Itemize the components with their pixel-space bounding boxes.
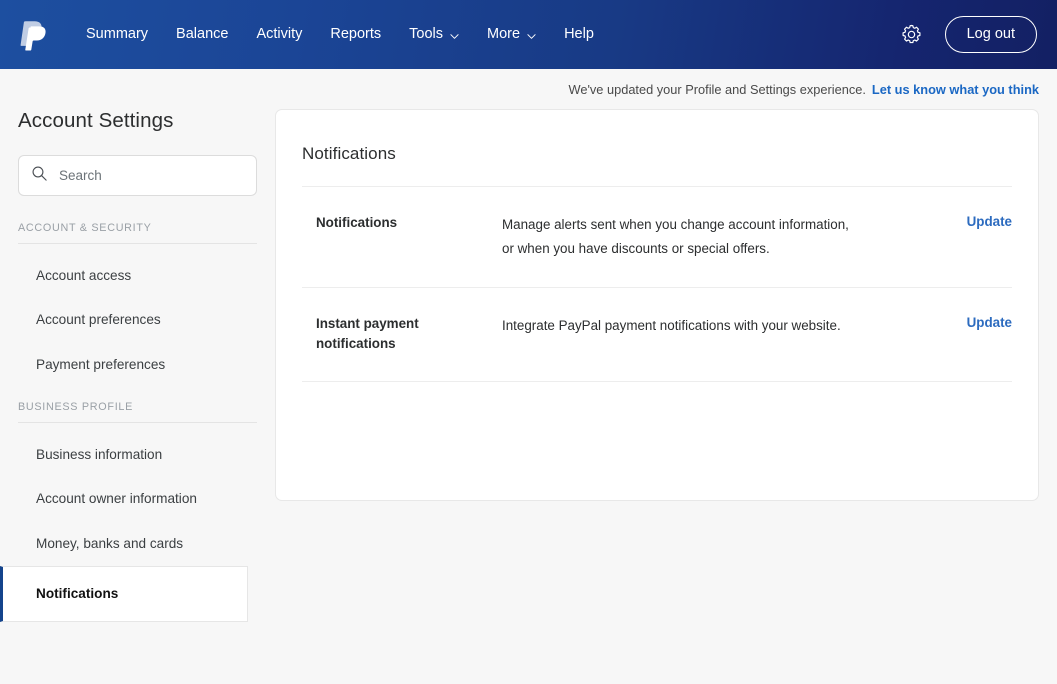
search-input[interactable] xyxy=(59,168,244,183)
update-link-instant-payment-notifications[interactable]: Update xyxy=(967,315,1012,330)
row-label: Notifications xyxy=(316,215,398,230)
sidebar-item-account-owner-information[interactable]: Account owner information xyxy=(0,477,275,521)
header-actions: Log out xyxy=(897,16,1037,53)
nav-item-tools[interactable]: Tools xyxy=(395,19,473,50)
chevron-down-icon xyxy=(450,30,459,39)
nav-item-label: More xyxy=(487,26,521,43)
nav-item-summary[interactable]: Summary xyxy=(72,19,162,50)
nav-item-more[interactable]: More xyxy=(473,19,550,50)
feedback-link[interactable]: Let us know what you think xyxy=(872,82,1039,97)
sidebar-item-payment-preferences[interactable]: Payment preferences xyxy=(0,343,275,387)
page-layout: Account Settings ACCOUNT & SECURITY Acco… xyxy=(0,109,1057,626)
nav-item-label: Help xyxy=(564,26,594,43)
sidebar-item-money-banks-and-cards[interactable]: Money, banks and cards xyxy=(0,522,275,566)
panel-bottom-divider xyxy=(302,381,1012,383)
nav-item-label: Activity xyxy=(256,26,303,43)
sidebar-section-heading: BUSINESS PROFILE xyxy=(18,400,133,413)
row-action: Update xyxy=(947,213,1012,231)
main-content: Notifications Notifications Manage alert… xyxy=(275,109,1057,501)
settings-row-instant-payment-notifications: Instant payment notifications Integrate … xyxy=(302,288,1012,382)
row-description: Integrate PayPal payment notifications w… xyxy=(502,317,841,333)
update-link-notifications[interactable]: Update xyxy=(967,214,1012,229)
sidebar-section-account-security: ACCOUNT & SECURITY Account access Accoun… xyxy=(0,222,275,387)
section-divider xyxy=(18,243,257,244)
settings-sidebar: Account Settings ACCOUNT & SECURITY Acco… xyxy=(0,109,275,626)
gear-icon[interactable] xyxy=(897,20,927,50)
search-icon xyxy=(31,165,48,187)
nav-item-activity[interactable]: Activity xyxy=(242,19,316,50)
sidebar-item-notifications[interactable]: Notifications xyxy=(0,565,248,623)
chevron-down-icon xyxy=(527,30,536,39)
row-action: Update xyxy=(947,314,1012,332)
nav-item-label: Summary xyxy=(86,26,149,43)
logout-button[interactable]: Log out xyxy=(944,16,1037,53)
sidebar-item-business-information[interactable]: Business information xyxy=(0,433,275,477)
search-field[interactable] xyxy=(18,155,257,196)
settings-row-notifications: Notifications Manage alerts sent when yo… xyxy=(302,187,1012,287)
row-description: Manage alerts sent when you change accou… xyxy=(502,217,849,256)
nav-item-help[interactable]: Help xyxy=(550,19,608,50)
top-navigation-bar: Summary Balance Activity Reports Tools M… xyxy=(0,0,1057,69)
notifications-panel: Notifications Notifications Manage alert… xyxy=(275,109,1039,501)
sidebar-item-account-access[interactable]: Account access xyxy=(0,254,275,298)
row-label: Instant payment notifications xyxy=(316,315,419,352)
panel-title: Notifications xyxy=(302,144,396,163)
main-nav: Summary Balance Activity Reports Tools M… xyxy=(72,19,608,50)
sidebar-item-account-preferences[interactable]: Account preferences xyxy=(0,298,275,342)
nav-item-label: Balance xyxy=(176,26,229,43)
nav-item-balance[interactable]: Balance xyxy=(162,19,242,50)
update-banner: We've updated your Profile and Settings … xyxy=(0,69,1057,109)
page-title: Account Settings xyxy=(18,109,174,132)
nav-item-label: Reports xyxy=(330,26,382,43)
nav-item-label: Tools xyxy=(409,26,444,43)
banner-text: We've updated your Profile and Settings … xyxy=(568,81,866,97)
sidebar-section-business-profile: BUSINESS PROFILE Business information Ac… xyxy=(0,400,275,623)
section-divider xyxy=(18,421,257,423)
nav-item-reports[interactable]: Reports xyxy=(316,19,395,50)
paypal-logo-icon[interactable] xyxy=(14,16,52,54)
sidebar-section-heading: ACCOUNT & SECURITY xyxy=(18,222,152,234)
